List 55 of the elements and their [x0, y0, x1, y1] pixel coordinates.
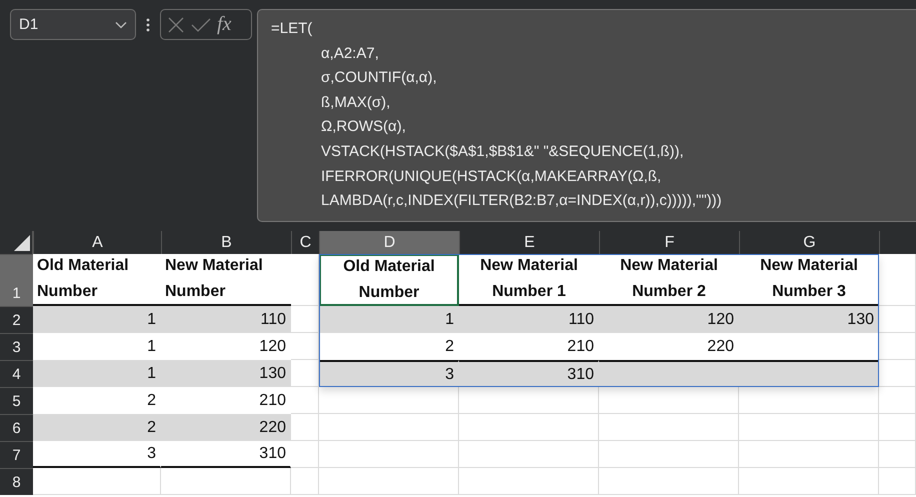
formula-line: α,A2:A7, [320, 44, 380, 64]
table-cell: 3 [33, 441, 161, 468]
table-cell-text: 1 [146, 336, 157, 356]
table-cell-text: 2 [146, 390, 157, 410]
column-header[interactable]: D [319, 231, 459, 254]
cancel-icon[interactable] [167, 16, 185, 34]
table-cell: 130 [161, 360, 291, 387]
table-header-cell: Old Material Number [319, 254, 459, 306]
column-header[interactable]: G [739, 231, 879, 254]
triangle-icon [14, 235, 30, 251]
table-cell-text: 2 [444, 336, 455, 356]
row-header[interactable]: 1 [0, 254, 33, 306]
table-cell-text: 120 [258, 336, 287, 356]
row-header[interactable]: 8 [0, 468, 33, 495]
formula-line: LAMBDA(r,c,INDEX(FILTER(B2:B7,α=INDEX(α,r)),c))))),""))) [320, 191, 723, 212]
column-header[interactable]: E [459, 231, 599, 254]
row-header[interactable]: 7 [0, 441, 33, 468]
formula-line: Ω,ROWS(α), [320, 117, 407, 138]
formula-line: VSTACK(HSTACK($A$1,$B$1&" "&SEQUENCE(1,ß)), [320, 142, 685, 162]
caret-icon [115, 20, 127, 28]
table-cell: 1 [33, 306, 161, 333]
name-box[interactable]: D1 [10, 9, 136, 40]
formula-line: ß,MAX(σ), [320, 92, 392, 113]
formula-line: =LET( [271, 19, 314, 39]
table-cell: 220 [161, 414, 291, 441]
column-header[interactable]: C [291, 231, 319, 254]
row-header[interactable]: 2 [0, 306, 33, 333]
table-cell: 130 [739, 306, 879, 333]
row-header[interactable]: 5 [0, 387, 33, 414]
table-cell: 3 [319, 360, 459, 387]
table-cell: 310 [161, 441, 291, 468]
column-header[interactable]: F [599, 231, 739, 254]
table-cell: 120 [599, 306, 739, 333]
column-header[interactable] [879, 231, 916, 254]
insert-function-button[interactable]: fx [217, 13, 232, 36]
table-cell-text: 210 [566, 336, 595, 356]
formula-bar[interactable]: =LET( α,A2:A7, σ,COUNTIF(α,α), ß,MAX(σ), Ω,ROWS(α), VSTACK(HSTACK($A$1,$B$1&" "&SEQUENCE(1,ß)), IFERROR(UNIQUE(HSTACK(α,MAKEARRAY(Ω,ß, LAMBDA(r,c,INDEX(FILTER(B2:B7,α=INDEX(α,r)),c))))),""))) [257, 9, 916, 222]
table-cell-text: 220 [706, 336, 735, 356]
column-header[interactable]: A [33, 231, 161, 254]
row-header[interactable]: 4 [0, 360, 33, 387]
table-cell: 1 [33, 360, 161, 387]
row-header[interactable]: 6 [0, 414, 33, 441]
more-options-icon[interactable] [146, 18, 150, 32]
table-cell: 110 [459, 306, 599, 333]
select-all-button[interactable] [0, 231, 33, 254]
formula-line: IFERROR(UNIQUE(HSTACK(α,MAKEARRAY(Ω,ß, [320, 166, 662, 187]
table-cell: 2 [33, 414, 161, 441]
table-cell: 310 [459, 360, 599, 387]
row-header[interactable]: 3 [0, 333, 33, 360]
table-cell: 1 [319, 306, 459, 333]
table-cell: 110 [161, 306, 291, 333]
table-cell-text: 210 [258, 390, 287, 410]
formula-line: σ,COUNTIF(α,α), [320, 68, 438, 88]
checkmark-icon[interactable] [191, 16, 211, 32]
column-header[interactable]: B [161, 231, 291, 254]
